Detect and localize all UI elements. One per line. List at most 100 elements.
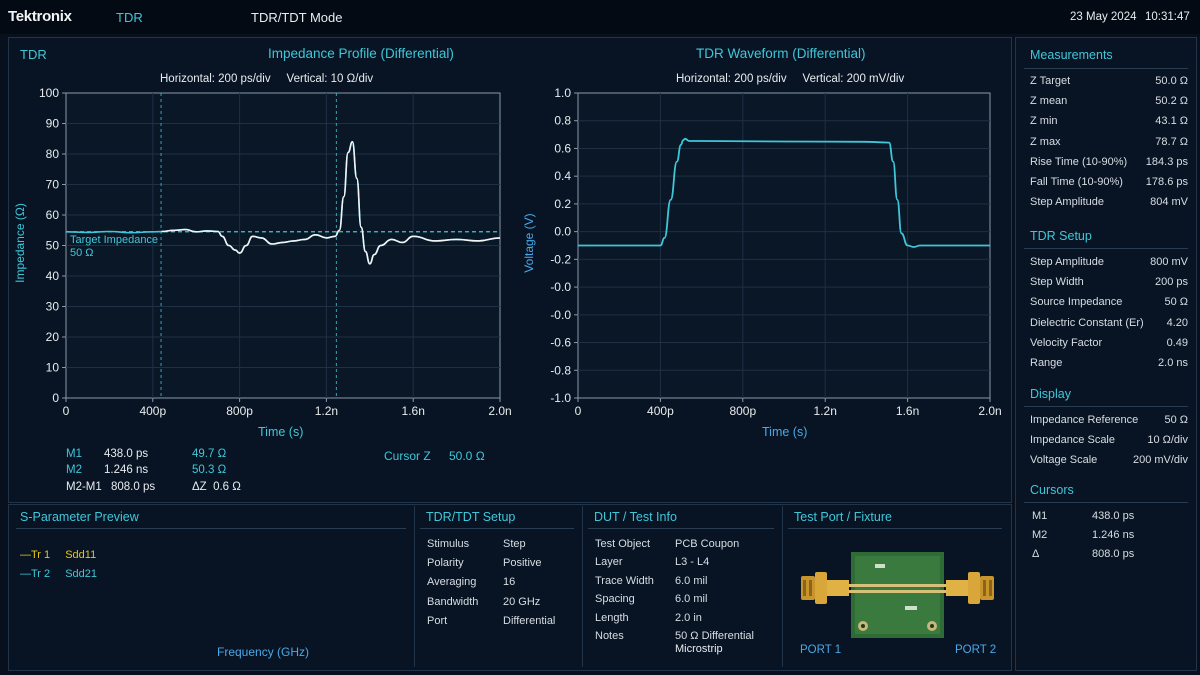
y-tick-label: -0.6	[550, 336, 571, 350]
tdr-setup-row-label: Step Width	[1030, 276, 1084, 289]
measurement-row-value: 804 mV	[1150, 196, 1188, 209]
impedance-ylabel: Impedance (Ω)	[13, 203, 27, 283]
measurement-row-value: 50.0 Ω	[1155, 75, 1188, 87]
cursor-row-value: 808.0 ps	[1092, 548, 1135, 560]
y-tick-label: 90	[46, 117, 60, 131]
measurement-row-label: Step Amplitude	[1030, 196, 1104, 209]
tdt-setup-row-value: Positive	[503, 557, 542, 570]
dut-title: DUT / Test Info	[594, 510, 677, 524]
tdr-setup-row-value: 50 Ω	[1164, 296, 1188, 309]
measurement-row: Z Target 50.0 Ω	[1030, 75, 1188, 87]
dut-row-value: 2.0 in	[675, 611, 702, 624]
y-tick-label: 0.0	[554, 225, 571, 239]
display-row-value: 50 Ω	[1164, 414, 1188, 426]
y-tick-label: -0.0	[550, 308, 571, 322]
measurement-row-value: 78.7 Ω	[1155, 135, 1188, 148]
y-tick-label: 100	[39, 86, 59, 100]
cursors-title: Cursors	[1030, 483, 1074, 497]
tdr-setup-title: TDR Setup	[1030, 229, 1092, 243]
tdt-setup-row-value: 20 GHz	[503, 595, 541, 608]
measurement-row: Z mean 50.2 Ω	[1030, 95, 1188, 107]
tdt-setup-row: Polarity Positive	[427, 557, 577, 569]
y-tick-label: 1.0	[554, 86, 571, 100]
tdr-setup-row-value: 2.0 ns	[1158, 357, 1188, 369]
waveform-chart-title: TDR Waveform (Differential)	[696, 46, 866, 61]
trace2-legend[interactable]: —Tr 2 Sdd21	[20, 568, 97, 580]
x-tick-label: 400p	[139, 404, 166, 418]
tdt-setup-row: Bandwidth 20 GHz	[427, 596, 577, 608]
x-tick-label: 800p	[226, 404, 253, 418]
y-tick-label: 0.8	[554, 114, 571, 128]
measurement-row-value: 50.2 Ω	[1155, 95, 1188, 108]
marker-delta-value: ΔZ 0.6 Ω	[192, 481, 241, 493]
display-row-value: 10 Ω/div	[1147, 434, 1188, 447]
display-title: Display	[1030, 387, 1071, 401]
measurement-row-label: Z min	[1030, 115, 1058, 128]
impedance-xlabel: Time (s)	[258, 425, 304, 439]
y-tick-label: 0.4	[554, 169, 571, 183]
marker-m2-value: 50.3 Ω	[192, 464, 227, 476]
y-tick-label: -0.2	[550, 252, 571, 266]
y-tick-label: -0.8	[550, 363, 571, 377]
marker-m2-time: 1.246 ns	[104, 464, 149, 476]
y-tick-label: -0.0	[550, 280, 571, 294]
dut-row-value: 6.0 mil	[675, 574, 708, 587]
cursor-row-value: 1.246 ns	[1092, 529, 1135, 541]
display-row-label: Impedance Scale	[1030, 434, 1115, 447]
cursor-row: Δ 808.0 ps	[1032, 548, 1172, 560]
dut-row-label: Spacing	[595, 593, 635, 606]
tdt-divider-vert	[414, 506, 415, 667]
x-tick-label: 1.2n	[315, 404, 338, 418]
display-row: Impedance Reference 50 Ω	[1030, 414, 1188, 426]
tdt-setup-row-label: Polarity	[427, 557, 464, 570]
trace2-param: Sdd21	[65, 568, 98, 580]
measurement-row-value: 184.3 ps	[1145, 155, 1188, 168]
y-tick-label: 20	[46, 330, 60, 344]
impedance-chart[interactable]: 0 400p 800p 1.2n 1.6n 2.0n 0 10 20 30 40 50 60 70 80 90…	[39, 86, 512, 418]
tdr-setup-row-label: Source Impedance	[1030, 296, 1123, 309]
tdr-setup-row-label: Range	[1030, 357, 1063, 369]
tdr-setup-row-value: 4.20	[1166, 316, 1188, 329]
dut-row-value: PCB Coupon	[675, 538, 740, 550]
waveform-chart[interactable]: 0 400p 800p 1.2n 1.6n 2.0n 1.0 0.8 0.6 0.4 0.2 0.0 -…	[550, 86, 1001, 418]
waveform-ylabel: Voltage (V)	[522, 213, 536, 273]
y-tick-label: 0.6	[554, 141, 571, 155]
y-tick-label: 0.2	[554, 197, 571, 211]
fixture-image	[801, 552, 994, 638]
tdt-setup-row: Averaging 16	[427, 576, 577, 588]
measurements-title: Measurements	[1030, 48, 1113, 62]
tdr-setup-row-value: 0.49	[1166, 336, 1188, 349]
marker-delta-time: 808.0 ps	[111, 481, 156, 493]
tdr-setup-row-value: 200 ps	[1154, 276, 1188, 289]
x-tick-label: 2.0n	[488, 404, 511, 418]
x-tick-label: 0	[575, 404, 582, 418]
tdt-setup-row: Port Differential	[427, 615, 577, 627]
tdt-setup-row-label: Averaging	[427, 576, 477, 589]
measurement-row-label: Fall Time (10-90%)	[1030, 176, 1123, 188]
measurements-divider	[1024, 68, 1188, 69]
sparam-divider	[16, 528, 406, 529]
dut-row-label: Layer	[595, 556, 623, 569]
y-tick-label: -1.0	[550, 391, 571, 405]
x-tick-label: 1.2n	[814, 404, 837, 418]
marker-m1-name: M1	[66, 448, 82, 460]
y-tick-label: 10	[46, 361, 60, 375]
tdr-setup-row-label: Velocity Factor	[1030, 336, 1103, 349]
measurement-row: Z min 43.1 Ω	[1030, 115, 1188, 127]
display-row: Impedance Scale 10 Ω/div	[1030, 434, 1188, 446]
tdt-setup-row-label: Stimulus	[427, 538, 470, 550]
cursor-row-label: Δ	[1032, 548, 1040, 560]
marker-m2-name: M2	[66, 464, 82, 476]
measurement-row-label: Z max	[1030, 135, 1061, 148]
x-tick-label: 2.0n	[978, 404, 1001, 418]
tdt-setup-row-label: Port	[427, 614, 448, 627]
cursor-row: M2 1.246 ns	[1032, 529, 1172, 541]
dut-row-label: Test Object	[595, 538, 651, 550]
target-impedance-value: 50 Ω	[70, 247, 94, 259]
tdr-setup-row-value: 800 mV	[1150, 256, 1188, 268]
cursors-divider	[1024, 502, 1188, 503]
fixture-port1: PORT 1	[800, 644, 842, 656]
trace1-name: Tr 1	[31, 549, 51, 561]
trace1-legend[interactable]: —Tr 1 Sdd11	[20, 549, 96, 561]
measurement-row: Z max 78.7 Ω	[1030, 136, 1188, 148]
